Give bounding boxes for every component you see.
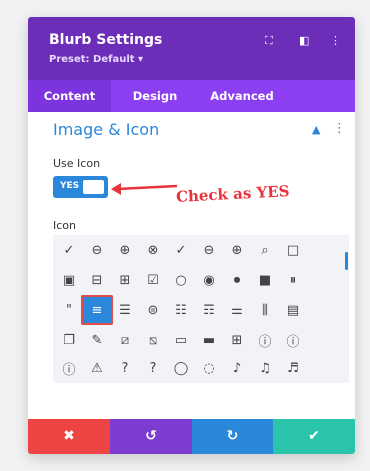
footer-actions: ✖ ↺ ↻ ✔ xyxy=(28,419,355,454)
alert-circle-icon[interactable]: ⓘ xyxy=(277,325,309,355)
blurb-settings-panel: Blurb Settings Preset: Default ▾ ⛶ ◧ ⋮ C… xyxy=(28,17,355,454)
pause-circle-icon[interactable]: ⏸ xyxy=(277,265,309,295)
cancel-button[interactable]: ✖ xyxy=(28,419,110,454)
annotation-arrow-icon xyxy=(111,183,178,195)
undo-button[interactable]: ↺ xyxy=(110,419,192,454)
preset-dropdown[interactable]: Preset: Default ▾ xyxy=(49,54,143,65)
tab-bar: Content Design Advanced xyxy=(28,80,355,112)
panel-header: Blurb Settings Preset: Default ▾ ⛶ ◧ ⋮ xyxy=(28,17,355,80)
panel-title: Blurb Settings xyxy=(49,32,163,48)
icon-label: Icon xyxy=(53,219,76,232)
redo-button[interactable]: ↻ xyxy=(192,419,273,454)
tab-advanced[interactable]: Advanced xyxy=(204,80,280,112)
use-icon-toggle[interactable]: YES xyxy=(53,176,108,198)
fullscreen-icon[interactable]: ⛶ xyxy=(265,34,279,48)
annotation-text: Check as YES xyxy=(175,182,290,206)
toggle-knob xyxy=(83,180,104,194)
more-options-icon[interactable]: ⋮ xyxy=(330,34,344,48)
split-view-icon[interactable]: ◧ xyxy=(299,34,313,48)
use-icon-label: Use Icon xyxy=(53,157,101,170)
document-text-icon[interactable]: ▤ xyxy=(277,295,309,325)
section-title[interactable]: Image & Icon xyxy=(53,120,159,139)
square-icon[interactable]: □ xyxy=(277,235,309,265)
tab-design[interactable]: Design xyxy=(113,80,197,112)
tab-content[interactable]: Content xyxy=(28,80,111,112)
toggle-text: YES xyxy=(60,181,80,191)
section-options-icon[interactable]: ⋮ xyxy=(333,121,346,136)
icon-picker-grid: ✓ ⊖ ⊕ ⊗ ✓ ⊖ ⊕ ⌕ □ ▣ ⊟ ⊞ ☑ ○ ◉ ⏺ ■ ⏸ " ≡ … xyxy=(53,235,349,383)
volume-high-icon[interactable]: ♬ xyxy=(277,353,309,383)
icon-grid-scrollbar[interactable] xyxy=(345,252,348,270)
chevron-up-icon[interactable]: ▲ xyxy=(312,123,320,136)
save-button[interactable]: ✔ xyxy=(273,419,355,454)
